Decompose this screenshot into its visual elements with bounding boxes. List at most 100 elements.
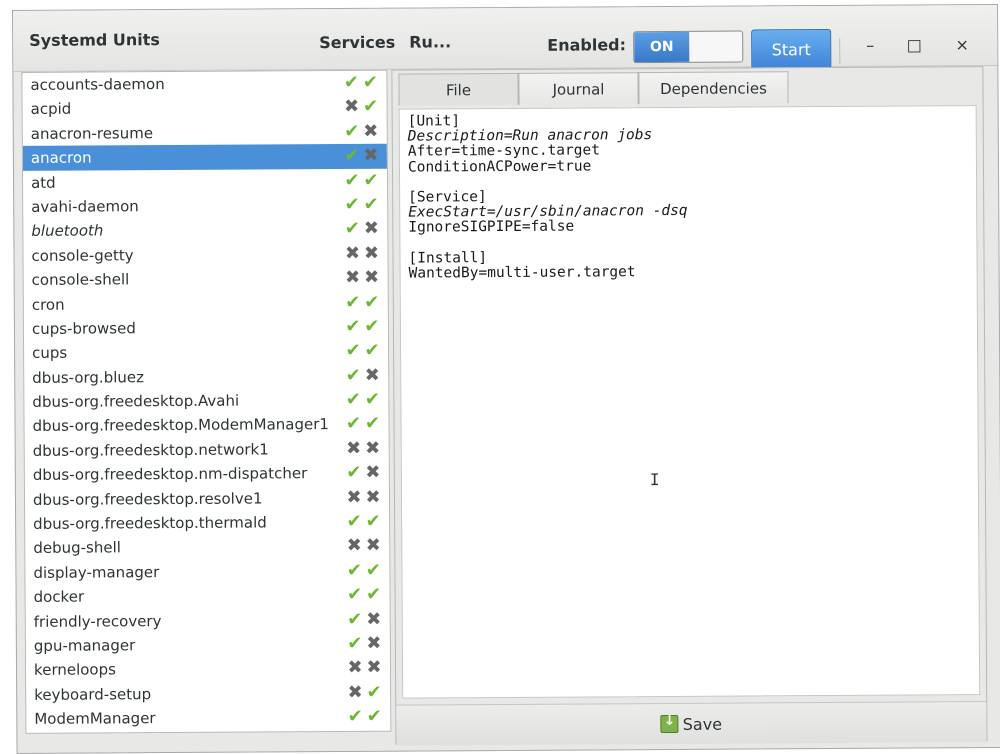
toggle-on-label: ON — [634, 31, 690, 63]
detail-tabs: File Journal Dependencies — [392, 67, 982, 107]
unit-row[interactable]: cron ✔ ✔ — [24, 290, 388, 317]
unit-list[interactable]: accounts-daemon ✔ ✔ acpid ✖ ✔ anacron-resume ✔ ✖… — [21, 69, 392, 734]
unit-status: ✔ ✔ — [345, 560, 385, 581]
unit-status: ✖ ✔ — [346, 681, 386, 703]
cross-icon: ✖ — [366, 632, 382, 654]
cross-icon: ✖ — [364, 364, 380, 386]
cross-icon: ✖ — [365, 535, 381, 557]
unit-row[interactable]: keyboard-setup ✖ ✔ — [26, 680, 390, 707]
unit-status: ✖ ✖ — [345, 437, 385, 459]
tab-dependencies[interactable]: Dependencies — [638, 71, 789, 105]
unit-row[interactable]: dbus-org.freedesktop.resolve1 ✖ ✖ — [25, 485, 389, 512]
unit-row[interactable]: dbus-org.freedesktop.Avahi ✔ ✔ — [24, 388, 388, 415]
unit-row[interactable]: dbus-org.freedesktop.ModemManager1 ✔ ✔ — [24, 412, 388, 439]
unit-row[interactable]: display-manager ✔ ✔ — [25, 559, 389, 586]
check-icon: ✔ — [346, 584, 363, 606]
unit-row[interactable]: console-shell ✖ ✖ — [24, 266, 388, 293]
check-icon: ✔ — [363, 193, 379, 215]
cross-icon: ✖ — [365, 437, 381, 459]
unit-row[interactable]: ModemManager ✔ ✔ — [26, 705, 390, 732]
unit-row[interactable]: debug-shell ✖ ✖ — [25, 534, 389, 561]
save-icon — [660, 714, 679, 734]
unit-row[interactable]: console-getty ✖ ✖ — [23, 241, 387, 268]
unit-name: cups-browsed — [31, 319, 136, 338]
unit-status: ✔ ✖ — [344, 364, 384, 386]
cross-icon: ✖ — [363, 144, 379, 167]
check-icon: ✔ — [346, 462, 362, 484]
unit-name: cups — [32, 343, 68, 363]
unit-row[interactable]: accounts-daemon ✔ ✔ — [22, 71, 386, 98]
cross-icon: ✖ — [366, 608, 382, 630]
check-icon: ✔ — [345, 364, 361, 386]
unit-name: anacron-resume — [30, 123, 154, 143]
check-icon: ✔ — [346, 510, 362, 532]
unit-status: ✖ ✔ — [343, 96, 383, 118]
check-icon: ✔ — [347, 608, 363, 630]
cross-icon: ✖ — [347, 681, 363, 703]
tab-journal[interactable]: Journal — [518, 72, 639, 105]
unit-row[interactable]: dbus-org.freedesktop.network1 ✖ ✖ — [25, 437, 389, 464]
unit-row[interactable]: anacron-resume ✔ ✖ — [23, 119, 387, 146]
cross-icon: ✖ — [364, 266, 380, 288]
cross-icon: ✖ — [347, 657, 363, 679]
unit-row[interactable]: friendly-recovery ✔ ✖ — [26, 607, 390, 634]
tab-services[interactable]: Services — [319, 33, 395, 52]
app-title: Systemd Units — [29, 30, 160, 50]
unit-row[interactable]: bluetooth ✔ ✖ — [23, 217, 387, 244]
unit-row[interactable]: gpu-manager ✔ ✖ — [26, 632, 390, 659]
tab-running[interactable]: Ru... — [409, 32, 451, 51]
unit-status: ✔ ✔ — [343, 193, 383, 215]
unit-status: ✔ ✔ — [344, 340, 384, 362]
unit-status: ✖ ✖ — [346, 657, 386, 679]
check-icon: ✔ — [345, 413, 362, 435]
unit-status: ✖ ✖ — [344, 266, 384, 289]
unit-name: console-getty — [31, 245, 134, 265]
unit-row[interactable]: anacron ✔ ✖ — [22, 143, 387, 171]
unit-name: console-shell — [31, 270, 130, 290]
unit-row[interactable]: acpid ✖ ✔ — [23, 95, 387, 122]
unit-row[interactable]: docker ✔ ✔ — [26, 583, 390, 610]
tab-file[interactable]: File — [398, 72, 519, 106]
cross-icon: ✖ — [344, 242, 361, 264]
unit-status: ✔ ✔ — [346, 584, 386, 606]
enabled-toggle[interactable]: ON — [633, 30, 744, 64]
check-icon: ✔ — [363, 169, 379, 191]
unit-row[interactable]: dbus-org.bluez ✔ ✖ — [24, 363, 388, 390]
code-line: WantedBy=multi-user.target — [408, 264, 636, 282]
save-button[interactable]: Save — [396, 701, 987, 746]
cross-icon: ✖ — [346, 535, 362, 557]
unit-row[interactable]: avahi-daemon ✔ ✔ — [23, 193, 387, 220]
unit-name: acpid — [30, 100, 72, 119]
check-icon: ✔ — [366, 681, 382, 703]
cross-icon: ✖ — [366, 657, 382, 679]
unit-name: dbus-org.freedesktop.thermald — [33, 513, 267, 533]
unit-row[interactable]: cups-browsed ✔ ✔ — [24, 315, 388, 342]
unit-row[interactable]: atd ✔ ✔ — [23, 168, 387, 195]
minimize-button[interactable]: – — [859, 36, 881, 55]
unit-row[interactable]: kerneloops ✖ ✖ — [26, 656, 390, 683]
unit-status: ✔ ✖ — [343, 144, 383, 167]
unit-name: ModemManager — [34, 709, 156, 729]
unit-name: anacron — [30, 148, 92, 168]
unit-status: ✔ ✔ — [343, 169, 383, 191]
close-button[interactable]: × — [951, 35, 973, 54]
maximize-button[interactable]: □ — [903, 35, 925, 54]
start-button[interactable]: Start — [751, 28, 832, 70]
unit-name: dbus-org.bluez — [32, 367, 145, 387]
unit-file-editor[interactable]: I [Unit] Description=Run anacron jobs Afte… — [398, 105, 981, 699]
unit-row[interactable]: dbus-org.freedesktop.nm-dispatcher ✔ ✖ — [25, 461, 389, 488]
code-line: IgnoreSIGPIPE=false — [408, 218, 575, 236]
unit-status: ✖ ✖ — [345, 486, 385, 507]
unit-row[interactable]: dbus-org.freedesktop.thermald ✔ ✔ — [25, 510, 389, 537]
check-icon: ✔ — [362, 96, 379, 118]
unit-status: ✔ ✔ — [344, 413, 384, 435]
check-icon: ✔ — [345, 340, 361, 362]
unit-status: ✔ ✖ — [345, 462, 385, 484]
unit-name: dbus-org.freedesktop.network1 — [32, 440, 269, 460]
header-separator — [839, 37, 841, 64]
cross-icon: ✖ — [345, 267, 361, 289]
unit-row[interactable]: cups ✔ ✔ — [24, 339, 388, 366]
code-line: [Unit] — [407, 113, 461, 130]
check-icon: ✔ — [343, 71, 360, 93]
unit-name: docker — [33, 587, 85, 607]
